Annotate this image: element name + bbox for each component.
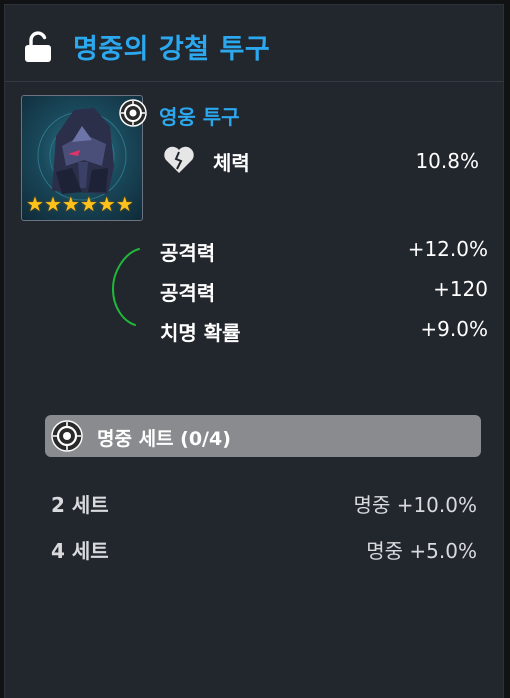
set-bonus-count: 2 세트: [51, 493, 109, 517]
item-title: 명중의 강철 투구: [73, 34, 271, 65]
set-bonus-row: 2 세트 명중 +10.0%: [51, 489, 477, 517]
sub-stat-label: 공격력: [160, 281, 216, 305]
sub-stat-row: 공격력 +120: [160, 277, 488, 307]
sub-stat-row: 공격력 +12.0%: [160, 237, 488, 267]
sub-stat-value: +12.0%: [407, 237, 488, 261]
sub-stat-label: 치명 확률: [160, 321, 241, 345]
set-target-icon: [51, 420, 83, 452]
star-rating: ★ ★ ★ ★ ★ ★: [26, 194, 134, 214]
gear-type-label: 영웅 투구: [159, 105, 240, 129]
set-bonus-count: 4 세트: [51, 539, 109, 563]
header-divider: [5, 81, 503, 82]
main-stat-value: 10.8%: [415, 149, 479, 173]
set-info-bar: 명중 세트 (0/4): [45, 415, 481, 457]
star-icon: ★: [61, 192, 80, 216]
set-bonus-effect: 명중 +5.0%: [366, 539, 477, 563]
star-icon: ★: [97, 192, 116, 216]
star-icon: ★: [79, 192, 98, 216]
set-name-label: 명중 세트 (0/4): [97, 428, 231, 450]
star-icon: ★: [43, 192, 62, 216]
star-icon: ★: [115, 192, 134, 216]
set-bonus-row: 4 세트 명중 +5.0%: [51, 535, 477, 563]
main-stat-label: 체력: [213, 151, 250, 175]
sub-stat-value: +9.0%: [420, 317, 488, 341]
item-header: 명중의 강철 투구: [5, 5, 503, 85]
sub-stat-row: 치명 확률 +9.0%: [160, 317, 488, 347]
unlock-icon[interactable]: [23, 31, 53, 63]
set-bonus-effect: 명중 +10.0%: [353, 493, 477, 517]
health-heart-icon: [164, 146, 194, 173]
set-target-icon: [119, 99, 147, 127]
item-detail-panel: 명중의 강철 투구 ★ ★ ★ ★ ★ ★ 영웅 투구 체력 10.8% 공격력…: [4, 4, 504, 698]
sub-stat-label: 공격력: [160, 241, 216, 265]
hand-drawn-bracket-annotation: [111, 248, 140, 326]
star-icon: ★: [26, 192, 44, 216]
sub-stat-value: +120: [433, 277, 488, 301]
